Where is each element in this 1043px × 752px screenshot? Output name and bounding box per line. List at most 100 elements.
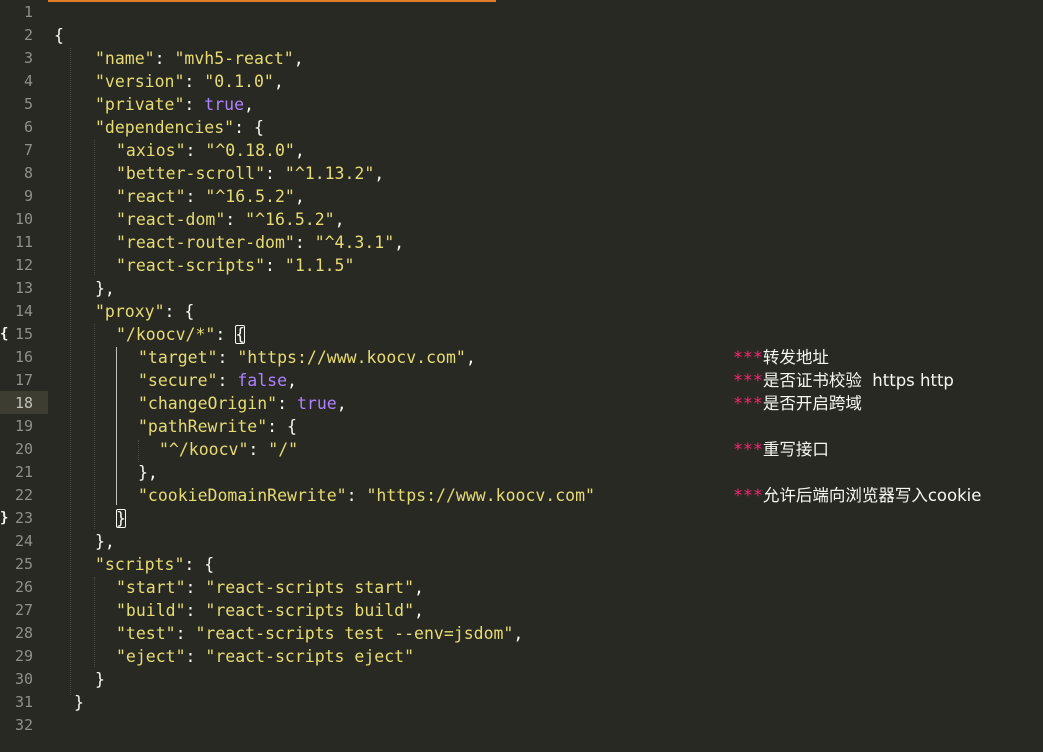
code-line-26: "start": "react-scripts start",	[116, 576, 424, 599]
json-comma: ,	[294, 187, 305, 206]
code-line-17: "secure": false,	[138, 369, 297, 392]
matching-brace-open: {	[235, 325, 246, 344]
json-key: "/koocv/*"	[116, 325, 216, 344]
code-line-11: "react-router-dom": "^4.3.1",	[116, 231, 404, 254]
json-brace: {	[204, 555, 215, 574]
line-number: 21	[14, 463, 33, 481]
json-comma: ,	[513, 624, 524, 643]
json-string: "https://www.koocv.com"	[237, 348, 466, 367]
json-separator: :	[185, 187, 206, 206]
json-comma: ,	[287, 371, 297, 390]
json-key: "target"	[138, 348, 218, 367]
line-number: 1	[23, 3, 33, 21]
json-string: "^0.18.0"	[205, 141, 295, 160]
line-number-gutter: 1 2 3 4 5 6 7 8 9 10 11 12 13 14 { 15 16…	[0, 0, 48, 752]
line-number: 24	[14, 532, 33, 550]
line-number: 30	[14, 670, 33, 688]
annotation-text: 重写接口	[762, 440, 829, 459]
json-separator: :	[346, 486, 367, 505]
code-line-31: }	[74, 693, 84, 712]
code-line-16: "target": "https://www.koocv.com",	[138, 346, 476, 369]
indent-guide	[94, 577, 95, 667]
json-separator: :	[154, 49, 175, 68]
json-brace: {	[253, 118, 264, 137]
json-key: "version"	[95, 72, 185, 91]
json-key: "test"	[116, 624, 176, 643]
annotation-marker: ***	[733, 440, 763, 459]
line-number: 15	[14, 325, 33, 343]
code-line-25: "scripts": {	[95, 553, 214, 576]
line-number: 7	[23, 141, 33, 159]
json-brace: {	[287, 417, 297, 436]
code-line-2: {	[54, 26, 64, 45]
line-number: 27	[14, 601, 33, 619]
json-key: "axios"	[116, 141, 186, 160]
code-editor[interactable]: 1 2 3 4 5 6 7 8 9 10 11 12 13 14 { 15 16…	[0, 0, 1043, 752]
annotation-text: 转发地址	[762, 348, 829, 367]
annotation-text: 是否开启跨域	[762, 394, 862, 413]
annotation-marker: ***	[733, 348, 763, 367]
annotation-text: 是否证书校验 https http	[762, 371, 954, 390]
line-number: 32	[14, 716, 33, 734]
json-key: "name"	[95, 49, 155, 68]
line-number: 11	[14, 233, 33, 251]
json-key: "react-scripts"	[116, 256, 266, 275]
line-number: 16	[14, 348, 33, 366]
json-key: "react"	[116, 187, 186, 206]
annotation-cookie-domain: ***允许后端向浏览器写入cookie	[733, 484, 981, 507]
json-separator: :	[184, 72, 205, 91]
code-line-14: "proxy": {	[95, 300, 194, 323]
json-string: "^16.5.2"	[205, 187, 295, 206]
line-number: 23	[14, 509, 33, 527]
code-line-6: "dependencies": {	[95, 116, 264, 139]
json-boolean: true	[296, 394, 337, 413]
code-line-28: "test": "react-scripts test --env=jsdom"…	[116, 622, 523, 645]
line-number: 4	[23, 72, 33, 90]
json-comma: ,	[374, 164, 385, 183]
json-separator: :	[234, 118, 254, 137]
code-line-7: "axios": "^0.18.0",	[116, 139, 305, 162]
annotation-change-origin: ***是否开启跨域	[733, 392, 862, 415]
code-line-22: "cookieDomainRewrite": "https://www.kooc…	[138, 484, 595, 507]
json-key: "react-dom"	[116, 210, 226, 229]
annotation-marker: ***	[733, 486, 763, 505]
indent-guide-active	[116, 347, 117, 505]
json-brace: {	[184, 302, 195, 321]
code-line-24: },	[95, 532, 115, 551]
json-separator: :	[294, 233, 315, 252]
code-line-15: "/koocv/*": {	[116, 323, 246, 346]
code-line-8: "better-scroll": "^1.13.2",	[116, 162, 384, 185]
json-string: "^4.3.1"	[314, 233, 395, 252]
code-line-18: "changeOrigin": true,	[138, 392, 347, 415]
line-number: 28	[14, 624, 33, 642]
code-line-27: "build": "react-scripts build",	[116, 599, 424, 622]
json-string: "^1.13.2"	[284, 164, 375, 183]
code-area[interactable]: { "name": "mvh5-react", "version": "0.1.…	[48, 0, 1043, 752]
json-separator: :	[277, 394, 297, 413]
line-number: 29	[14, 647, 33, 665]
json-separator: :	[217, 371, 238, 390]
json-separator: :	[217, 348, 238, 367]
json-separator: :	[225, 210, 246, 229]
matching-brace-close: }	[116, 509, 126, 528]
json-comma: ,	[465, 348, 476, 367]
json-key: "better-scroll"	[116, 164, 266, 183]
json-string: "react-scripts test --env=jsdom"	[195, 624, 514, 643]
json-separator: :	[185, 578, 206, 597]
json-separator: :	[265, 256, 285, 275]
line-number: 13	[14, 279, 33, 297]
line-number: 9	[23, 187, 33, 205]
json-key: "cookieDomainRewrite"	[138, 486, 347, 505]
json-key: "secure"	[138, 371, 218, 390]
line-number: 10	[14, 210, 33, 228]
json-separator: :	[267, 417, 288, 436]
json-key: "build"	[116, 601, 186, 620]
annotation-text: 允许后端向浏览器写入cookie	[762, 486, 982, 505]
line-number: 19	[14, 417, 33, 435]
json-string: "1.1.5"	[284, 256, 355, 275]
code-line-5: "private": true,	[95, 93, 254, 116]
code-line-4: "version": "0.1.0",	[95, 70, 284, 93]
json-string: "https://www.koocv.com"	[366, 486, 595, 505]
json-comma: ,	[334, 210, 345, 229]
line-number-current: 18	[14, 394, 33, 412]
